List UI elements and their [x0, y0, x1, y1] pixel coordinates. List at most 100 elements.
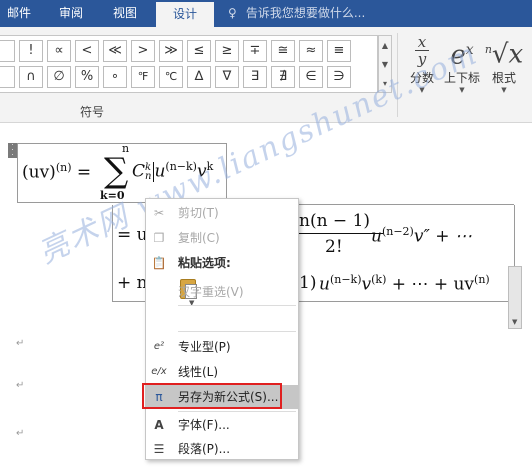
linear-format-icon: e/x — [151, 366, 167, 377]
symbol-button[interactable]: ≥ — [215, 40, 239, 62]
menu-item-paragraph[interactable]: ☰ 段落(P)... — [146, 437, 298, 461]
symbol-button[interactable]: % — [75, 66, 99, 88]
symbol-button[interactable]: > — [131, 40, 155, 62]
tab-design[interactable]: 设计 — [156, 2, 214, 27]
lightbulb-icon: ♀ — [228, 6, 237, 20]
sum-symbol: ∑ — [104, 151, 129, 191]
tell-me-search[interactable]: ♀ 告诉我您想要做什么... — [228, 0, 365, 27]
symbol-button[interactable]: ∅ — [47, 66, 71, 88]
symbol-button[interactable]: ∋ — [327, 66, 351, 88]
paragraph-icon: ☰ — [153, 442, 165, 456]
line2-fraction-denominator: 2! — [325, 237, 343, 257]
menu-item-label: 专业型(P) — [178, 340, 231, 354]
scissors-icon: ✂ — [153, 206, 165, 220]
scroll-up-icon[interactable]: ▲ — [379, 36, 391, 55]
u-sup: (n−2) — [381, 225, 414, 238]
tab-mailings[interactable]: 邮件 — [0, 0, 38, 27]
menu-item-font[interactable]: A 字体(F)... — [146, 413, 298, 437]
symbol-button[interactable]: ≪ — [103, 40, 127, 62]
menu-item-professional[interactable]: e² 专业型(P) — [146, 335, 298, 359]
highlight-box — [142, 383, 282, 409]
sum-lower-limit: k=0 — [100, 189, 125, 202]
symbol-button[interactable]: ! — [19, 40, 43, 62]
fraction-button[interactable]: xy 分数 ▼ — [400, 31, 444, 95]
context-menu: ✂ 剪切(T) ❐ 复制(C) 📋 粘贴选项: ▼ 汉字重选(V) e² 专业型… — [145, 198, 299, 460]
equation-terms: Ck n u(n−k)vk — [132, 160, 213, 182]
line3-tail: u(n−k)v(k) + ⋯ + uv(n) — [319, 273, 490, 295]
copy-icon: ❐ — [153, 231, 165, 245]
menu-item-label: 汉字重选(V) — [178, 285, 244, 299]
symbol-partial[interactable] — [0, 66, 15, 88]
symbol-button[interactable]: ∆ — [187, 66, 211, 88]
script-icon: ex — [450, 40, 474, 71]
end-sup: (n) — [474, 273, 490, 286]
symbol-gallery: ! ∝ < ≪ > ≫ ≤ ≥ ∓ ≅ ≈ ≡ ∩ ∅ % ∘ ℉ ℃ ∆ ∇ … — [0, 35, 378, 93]
tell-me-text: 告诉我您想要做什么... — [245, 6, 366, 20]
chevron-down-icon[interactable]: ▼ — [512, 318, 517, 326]
u-term: u — [154, 161, 166, 182]
dropdown-arrow-icon: ▼ — [459, 86, 465, 94]
line2-tail: u(n−2)v″ + ⋯ — [371, 225, 472, 247]
symbol-button[interactable]: ∇ — [215, 66, 239, 88]
u-term: u — [371, 226, 382, 247]
tab-review[interactable]: 审阅 — [48, 0, 94, 27]
line3-end: + ⋯ + uv — [391, 274, 475, 295]
radical-button[interactable]: n√x 根式 ▼ — [482, 31, 526, 95]
symbol-button[interactable]: ∈ — [299, 66, 323, 88]
symbol-button[interactable]: ≡ — [327, 40, 351, 62]
symbol-button[interactable]: < — [75, 40, 99, 62]
symbol-gallery-scroller[interactable]: ▲ ▼ ▾ — [378, 35, 392, 93]
tab-view[interactable]: 视图 — [102, 0, 148, 27]
script-button[interactable]: ex 上下标 ▼ — [440, 31, 484, 95]
line2-fraction-numerator: n(n − 1) — [299, 211, 371, 231]
ribbon-tab-bar: 邮件 审阅 视图 设计 ♀ 告诉我您想要做什么... — [0, 0, 532, 27]
line3-fraction-tail: 1) — [299, 273, 317, 293]
symbol-button[interactable]: ∓ — [243, 40, 267, 62]
scroll-down-icon[interactable]: ▼ — [379, 55, 391, 74]
menu-item-reconvert[interactable]: 汉字重选(V) — [146, 280, 298, 304]
menu-divider — [178, 411, 296, 412]
lhs-superscript: (n) — [55, 161, 72, 174]
v-sup: (k) — [371, 273, 387, 286]
fraction-icon: xy — [400, 31, 444, 69]
radical-label: 根式 — [491, 71, 516, 85]
v-term: v″ + ⋯ — [413, 226, 472, 247]
paragraph-mark: ↵ — [16, 380, 25, 391]
menu-item-label: 复制(C) — [178, 231, 220, 245]
symbol-button[interactable]: ∃ — [243, 66, 267, 88]
u-term: u — [319, 274, 330, 295]
menu-item-cut[interactable]: ✂ 剪切(T) — [146, 201, 298, 225]
symbol-button[interactable]: ≈ — [299, 40, 323, 62]
equation-handle[interactable]: · · · — [8, 142, 17, 159]
ribbon-divider — [397, 33, 398, 117]
symbol-button[interactable]: ∘ — [103, 66, 127, 88]
symbol-partial[interactable] — [0, 40, 15, 62]
u-sup: (n−k) — [165, 160, 197, 173]
equation-line-1[interactable]: (uv)(n) = n ∑ k=0 Ck n u(n−k)vk — [17, 142, 227, 203]
symbol-button[interactable]: ∩ — [19, 66, 43, 88]
dropdown-arrow-icon: ▼ — [419, 86, 425, 94]
clipboard-icon: 📋 — [151, 256, 167, 270]
symbols-group-label: 符号 — [80, 105, 105, 119]
u-sup: (n−k) — [329, 273, 362, 286]
symbol-button[interactable]: ≫ — [159, 40, 183, 62]
paragraph-mark: ↵ — [16, 338, 25, 349]
menu-item-copy[interactable]: ❐ 复制(C) — [146, 226, 298, 250]
symbol-button[interactable]: ∄ — [271, 66, 295, 88]
symbol-button[interactable]: ≤ — [187, 40, 211, 62]
ribbon-panel: ! ∝ < ≪ > ≫ ≤ ≥ ∓ ≅ ≈ ≡ ∩ ∅ % ∘ ℉ ℃ ∆ ∇ … — [0, 27, 532, 123]
gallery-expand-icon[interactable]: ▾ — [379, 74, 391, 93]
dropdown-arrow-icon: ▼ — [501, 86, 507, 94]
professional-format-icon: e² — [153, 341, 165, 352]
symbol-button[interactable]: ℉ — [131, 66, 155, 88]
symbol-button[interactable]: ∝ — [47, 40, 71, 62]
line2-prefix: = u — [117, 225, 148, 245]
equation-scroll-handle[interactable]: ▼ — [508, 266, 522, 329]
menu-divider — [178, 305, 296, 306]
line3-prefix: + n — [117, 273, 148, 293]
fraction-label: 分数 — [409, 71, 434, 85]
menu-item-linear[interactable]: e/x 线性(L) — [146, 360, 298, 384]
menu-item-label: 段落(P)... — [178, 442, 231, 456]
symbol-button[interactable]: ℃ — [159, 66, 183, 88]
symbol-button[interactable]: ≅ — [271, 40, 295, 62]
